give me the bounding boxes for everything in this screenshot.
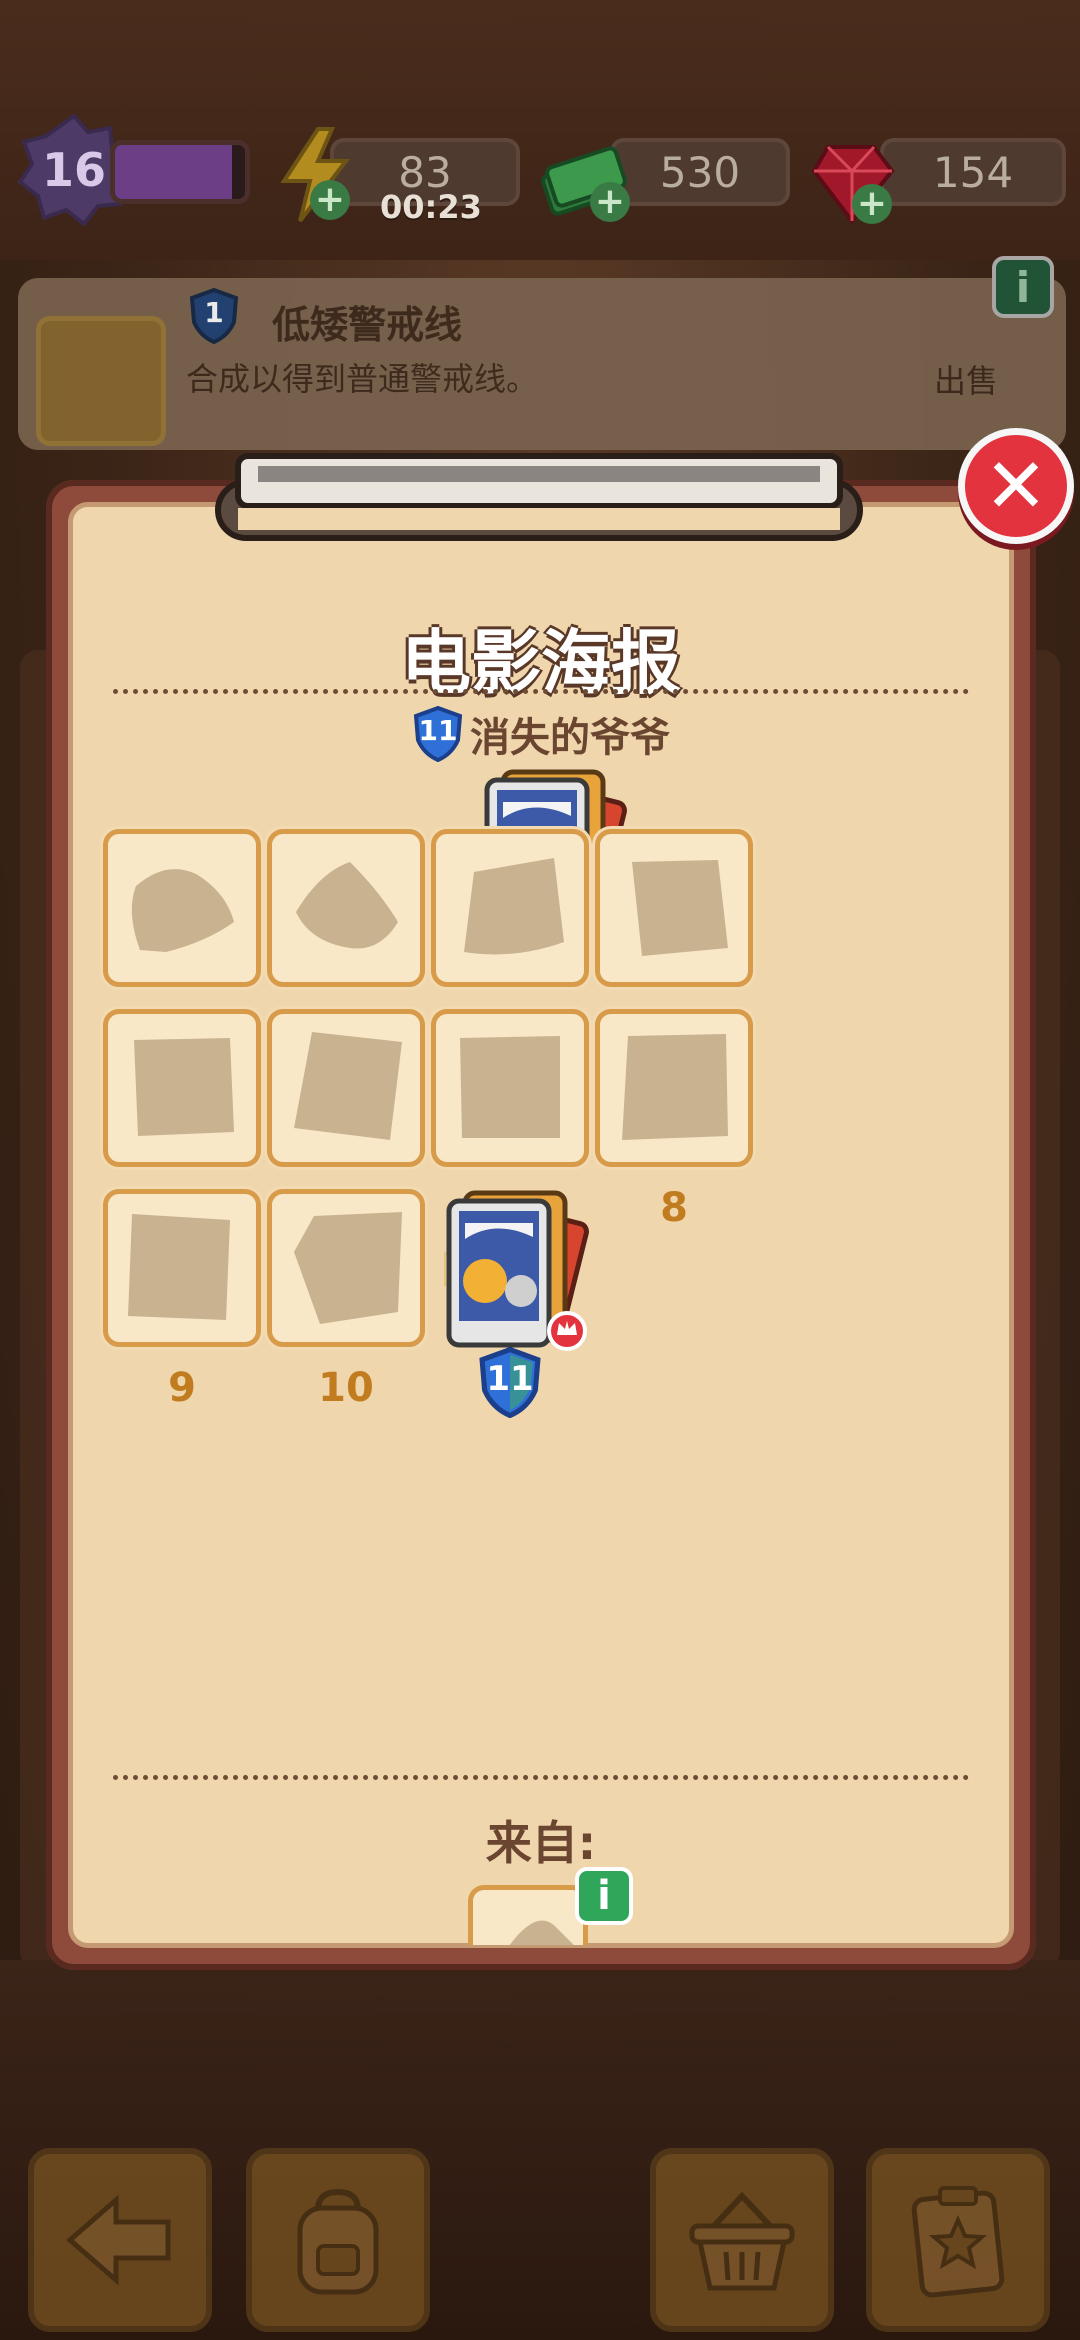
chain-slot[interactable] [267,829,425,987]
item-level-shield: 1 [188,288,240,344]
clipboard-star-icon [911,2186,1005,2298]
cash-counter[interactable]: 530 [610,138,790,206]
locked-item-silhouette [294,1212,402,1324]
sell-label: 出售 [933,362,998,400]
locked-item-silhouette [134,1038,234,1136]
add-cash-button[interactable]: + [590,182,630,222]
locked-item-silhouette [632,860,728,956]
chain-slot[interactable] [103,1009,261,1167]
locked-item-silhouette [128,1214,230,1320]
source-info-button[interactable]: i [575,1867,633,1925]
source-silhouette [509,1920,574,1945]
backpack-button[interactable] [246,2148,430,2332]
gems-value: 154 [932,147,1014,197]
item-description: 合成以得到普通警戒线。 [186,360,539,398]
item-thumbnail [36,316,166,446]
chain-slot[interactable] [431,829,589,987]
back-button[interactable] [28,2148,212,2332]
item-info-button[interactable]: i [992,256,1054,318]
xp-fill [115,145,232,199]
close-icon: ✕ [984,441,1048,530]
item-level-number: 1 [204,296,224,329]
final-level-shield: 11 [477,1347,543,1419]
final-movie-poster[interactable] [425,1183,595,1353]
slot-number: 10 [318,1365,374,1411]
chain-slot[interactable] [431,1009,589,1167]
locked-item-silhouette [296,862,398,949]
locked-item-silhouette [131,869,234,952]
cash-value: 530 [659,147,741,197]
divider-bottom [113,1775,969,1780]
chain-header: 11 消失的爷爷 [73,705,1009,763]
chain-slot[interactable] [267,1189,425,1347]
chain-level-shield: 11 [412,706,464,762]
locked-item-silhouette [622,1034,728,1140]
merge-chain-modal: 电影海报 11 消失的爷爷 12345678910 [46,453,1036,1970]
chain-slot[interactable] [595,829,753,987]
item-info-card: 1 低矮警戒线 合成以得到普通警戒线。 i 出售 [18,256,1066,450]
chain-slot[interactable] [103,1189,261,1347]
chain-slot[interactable] [103,829,261,987]
basket-button[interactable] [650,2148,834,2332]
xp-bar [110,140,250,204]
chain-slot[interactable] [267,1009,425,1167]
locked-item-silhouette [294,1032,402,1140]
add-gems-button[interactable]: + [852,184,892,224]
item-title: 低矮警戒线 [272,303,463,347]
gems-counter[interactable]: 154 [880,138,1066,206]
basket-icon [689,2191,795,2291]
collection-button[interactable] [866,2148,1050,2332]
chain-name: 消失的爷爷 [470,715,670,761]
modal-panel: 电影海报 11 消失的爷爷 12345678910 [68,502,1014,1948]
source-slot[interactable] [468,1885,588,1945]
locked-item-silhouette [464,858,564,955]
movie-poster-icon-final [446,1190,589,1351]
final-level-number: 11 [486,1359,534,1399]
slot-number: 8 [660,1185,688,1231]
locked-item-silhouette [460,1036,560,1138]
energy-timer: 00:23 [380,188,482,226]
top-bar: 16 83 + 00:23 530 + 154 + [0,110,1080,230]
close-button[interactable]: ✕ [958,428,1074,544]
from-label: 来自: [485,1816,597,1870]
add-energy-button[interactable]: + [310,180,350,220]
divider-top [113,689,969,694]
back-arrow-icon [66,2194,171,2286]
backpack-icon [297,2188,379,2295]
chain-slot[interactable] [595,1009,753,1167]
clipboard-clip [215,453,863,541]
level-number: 16 [41,143,106,197]
slot-number: 9 [168,1365,196,1411]
chain-level-number: 11 [418,714,458,747]
